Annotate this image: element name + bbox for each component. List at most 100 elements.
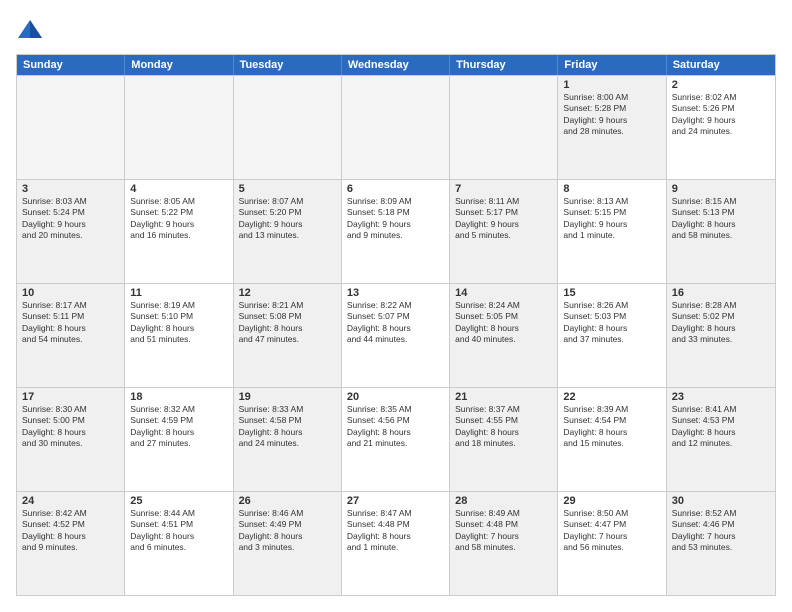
header-day-thursday: Thursday <box>450 55 558 75</box>
day-info: Sunrise: 8:26 AM Sunset: 5:03 PM Dayligh… <box>563 300 660 346</box>
day-number: 20 <box>347 391 444 403</box>
cal-cell-day-20: 20Sunrise: 8:35 AM Sunset: 4:56 PM Dayli… <box>342 388 450 491</box>
day-info: Sunrise: 8:46 AM Sunset: 4:49 PM Dayligh… <box>239 508 336 554</box>
day-info: Sunrise: 8:30 AM Sunset: 5:00 PM Dayligh… <box>22 404 119 450</box>
cal-cell-day-3: 3Sunrise: 8:03 AM Sunset: 5:24 PM Daylig… <box>17 180 125 283</box>
calendar-row-4: 24Sunrise: 8:42 AM Sunset: 4:52 PM Dayli… <box>17 491 775 595</box>
day-number: 8 <box>563 183 660 195</box>
cal-cell-empty <box>234 76 342 179</box>
day-info: Sunrise: 8:47 AM Sunset: 4:48 PM Dayligh… <box>347 508 444 554</box>
day-info: Sunrise: 8:33 AM Sunset: 4:58 PM Dayligh… <box>239 404 336 450</box>
calendar-row-1: 3Sunrise: 8:03 AM Sunset: 5:24 PM Daylig… <box>17 179 775 283</box>
day-number: 29 <box>563 495 660 507</box>
day-number: 18 <box>130 391 227 403</box>
day-number: 23 <box>672 391 770 403</box>
day-info: Sunrise: 8:50 AM Sunset: 4:47 PM Dayligh… <box>563 508 660 554</box>
cal-cell-day-23: 23Sunrise: 8:41 AM Sunset: 4:53 PM Dayli… <box>667 388 775 491</box>
day-number: 1 <box>563 79 660 91</box>
header-day-monday: Monday <box>125 55 233 75</box>
day-number: 5 <box>239 183 336 195</box>
day-number: 21 <box>455 391 552 403</box>
day-info: Sunrise: 8:13 AM Sunset: 5:15 PM Dayligh… <box>563 196 660 242</box>
day-info: Sunrise: 8:22 AM Sunset: 5:07 PM Dayligh… <box>347 300 444 346</box>
cal-cell-day-29: 29Sunrise: 8:50 AM Sunset: 4:47 PM Dayli… <box>558 492 666 595</box>
day-number: 19 <box>239 391 336 403</box>
cal-cell-day-2: 2Sunrise: 8:02 AM Sunset: 5:26 PM Daylig… <box>667 76 775 179</box>
cal-cell-day-25: 25Sunrise: 8:44 AM Sunset: 4:51 PM Dayli… <box>125 492 233 595</box>
cal-cell-day-1: 1Sunrise: 8:00 AM Sunset: 5:28 PM Daylig… <box>558 76 666 179</box>
cal-cell-day-14: 14Sunrise: 8:24 AM Sunset: 5:05 PM Dayli… <box>450 284 558 387</box>
cal-cell-day-11: 11Sunrise: 8:19 AM Sunset: 5:10 PM Dayli… <box>125 284 233 387</box>
calendar-row-3: 17Sunrise: 8:30 AM Sunset: 5:00 PM Dayli… <box>17 387 775 491</box>
logo-icon <box>16 16 44 44</box>
day-info: Sunrise: 8:00 AM Sunset: 5:28 PM Dayligh… <box>563 92 660 138</box>
day-number: 27 <box>347 495 444 507</box>
day-info: Sunrise: 8:44 AM Sunset: 4:51 PM Dayligh… <box>130 508 227 554</box>
cal-cell-day-8: 8Sunrise: 8:13 AM Sunset: 5:15 PM Daylig… <box>558 180 666 283</box>
header-day-tuesday: Tuesday <box>234 55 342 75</box>
day-number: 15 <box>563 287 660 299</box>
calendar-header: SundayMondayTuesdayWednesdayThursdayFrid… <box>17 55 775 75</box>
day-number: 30 <box>672 495 770 507</box>
day-info: Sunrise: 8:42 AM Sunset: 4:52 PM Dayligh… <box>22 508 119 554</box>
cal-cell-day-17: 17Sunrise: 8:30 AM Sunset: 5:00 PM Dayli… <box>17 388 125 491</box>
cal-cell-day-15: 15Sunrise: 8:26 AM Sunset: 5:03 PM Dayli… <box>558 284 666 387</box>
cal-cell-day-24: 24Sunrise: 8:42 AM Sunset: 4:52 PM Dayli… <box>17 492 125 595</box>
cal-cell-day-13: 13Sunrise: 8:22 AM Sunset: 5:07 PM Dayli… <box>342 284 450 387</box>
cal-cell-day-30: 30Sunrise: 8:52 AM Sunset: 4:46 PM Dayli… <box>667 492 775 595</box>
day-number: 24 <box>22 495 119 507</box>
header <box>16 16 776 44</box>
calendar-body: 1Sunrise: 8:00 AM Sunset: 5:28 PM Daylig… <box>17 75 775 595</box>
day-info: Sunrise: 8:07 AM Sunset: 5:20 PM Dayligh… <box>239 196 336 242</box>
cal-cell-day-22: 22Sunrise: 8:39 AM Sunset: 4:54 PM Dayli… <box>558 388 666 491</box>
cal-cell-day-7: 7Sunrise: 8:11 AM Sunset: 5:17 PM Daylig… <box>450 180 558 283</box>
cal-cell-day-4: 4Sunrise: 8:05 AM Sunset: 5:22 PM Daylig… <box>125 180 233 283</box>
day-info: Sunrise: 8:19 AM Sunset: 5:10 PM Dayligh… <box>130 300 227 346</box>
day-number: 12 <box>239 287 336 299</box>
day-number: 26 <box>239 495 336 507</box>
header-day-saturday: Saturday <box>667 55 775 75</box>
day-info: Sunrise: 8:49 AM Sunset: 4:48 PM Dayligh… <box>455 508 552 554</box>
logo <box>16 16 48 44</box>
day-info: Sunrise: 8:02 AM Sunset: 5:26 PM Dayligh… <box>672 92 770 138</box>
cal-cell-day-26: 26Sunrise: 8:46 AM Sunset: 4:49 PM Dayli… <box>234 492 342 595</box>
cal-cell-day-9: 9Sunrise: 8:15 AM Sunset: 5:13 PM Daylig… <box>667 180 775 283</box>
day-number: 13 <box>347 287 444 299</box>
day-info: Sunrise: 8:05 AM Sunset: 5:22 PM Dayligh… <box>130 196 227 242</box>
cal-cell-empty <box>125 76 233 179</box>
day-info: Sunrise: 8:03 AM Sunset: 5:24 PM Dayligh… <box>22 196 119 242</box>
cal-cell-empty <box>450 76 558 179</box>
day-info: Sunrise: 8:11 AM Sunset: 5:17 PM Dayligh… <box>455 196 552 242</box>
cal-cell-empty <box>342 76 450 179</box>
day-info: Sunrise: 8:15 AM Sunset: 5:13 PM Dayligh… <box>672 196 770 242</box>
day-info: Sunrise: 8:21 AM Sunset: 5:08 PM Dayligh… <box>239 300 336 346</box>
cal-cell-day-10: 10Sunrise: 8:17 AM Sunset: 5:11 PM Dayli… <box>17 284 125 387</box>
cal-cell-day-18: 18Sunrise: 8:32 AM Sunset: 4:59 PM Dayli… <box>125 388 233 491</box>
cal-cell-day-28: 28Sunrise: 8:49 AM Sunset: 4:48 PM Dayli… <box>450 492 558 595</box>
day-info: Sunrise: 8:39 AM Sunset: 4:54 PM Dayligh… <box>563 404 660 450</box>
cal-cell-day-27: 27Sunrise: 8:47 AM Sunset: 4:48 PM Dayli… <box>342 492 450 595</box>
day-info: Sunrise: 8:17 AM Sunset: 5:11 PM Dayligh… <box>22 300 119 346</box>
day-number: 9 <box>672 183 770 195</box>
cal-cell-day-19: 19Sunrise: 8:33 AM Sunset: 4:58 PM Dayli… <box>234 388 342 491</box>
day-info: Sunrise: 8:41 AM Sunset: 4:53 PM Dayligh… <box>672 404 770 450</box>
day-number: 28 <box>455 495 552 507</box>
day-info: Sunrise: 8:09 AM Sunset: 5:18 PM Dayligh… <box>347 196 444 242</box>
cal-cell-day-12: 12Sunrise: 8:21 AM Sunset: 5:08 PM Dayli… <box>234 284 342 387</box>
day-number: 2 <box>672 79 770 91</box>
day-number: 6 <box>347 183 444 195</box>
day-number: 3 <box>22 183 119 195</box>
calendar-row-2: 10Sunrise: 8:17 AM Sunset: 5:11 PM Dayli… <box>17 283 775 387</box>
day-number: 11 <box>130 287 227 299</box>
cal-cell-day-21: 21Sunrise: 8:37 AM Sunset: 4:55 PM Dayli… <box>450 388 558 491</box>
day-number: 22 <box>563 391 660 403</box>
calendar-row-0: 1Sunrise: 8:00 AM Sunset: 5:28 PM Daylig… <box>17 75 775 179</box>
header-day-wednesday: Wednesday <box>342 55 450 75</box>
day-info: Sunrise: 8:32 AM Sunset: 4:59 PM Dayligh… <box>130 404 227 450</box>
cal-cell-empty <box>17 76 125 179</box>
header-day-friday: Friday <box>558 55 666 75</box>
day-number: 4 <box>130 183 227 195</box>
cal-cell-day-5: 5Sunrise: 8:07 AM Sunset: 5:20 PM Daylig… <box>234 180 342 283</box>
day-number: 7 <box>455 183 552 195</box>
header-day-sunday: Sunday <box>17 55 125 75</box>
